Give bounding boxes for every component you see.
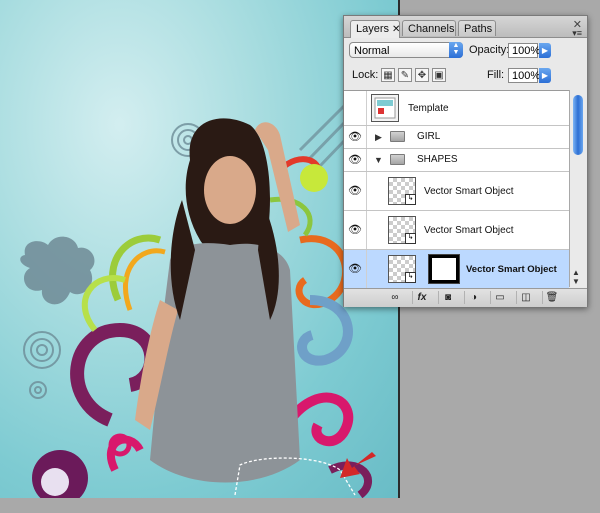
document-canvas[interactable] [0, 0, 398, 498]
lock-all-icon[interactable]: ▣ [432, 68, 446, 82]
folder-icon [390, 154, 405, 165]
tab-paths-label: Paths [464, 23, 493, 35]
model-figure [135, 118, 300, 483]
lock-position-icon[interactable]: ✥ [415, 68, 429, 82]
layer-row-girl-group[interactable]: 👁 ▶ GIRL [344, 126, 569, 149]
eye-icon[interactable]: 👁 [344, 172, 367, 210]
add-mask-icon[interactable]: ◙ [438, 291, 457, 304]
lock-image-icon[interactable]: ✎ [398, 68, 412, 82]
scroll-thumb[interactable] [573, 95, 583, 155]
grey-splat-shape [20, 236, 95, 305]
eye-icon[interactable]: 👁 [344, 211, 367, 249]
tab-channels-label: Channels [408, 23, 455, 35]
layer-mask-thumbnail[interactable] [428, 254, 460, 284]
opacity-slider-arrow-icon[interactable]: ▶ [539, 43, 551, 58]
opacity-label: Opacity: [469, 44, 510, 56]
layer-row-shapes-group[interactable]: 👁 ▼ SHAPES [344, 149, 569, 172]
tab-channels[interactable]: Channels [402, 20, 456, 36]
layer-name: Vector Smart Object [466, 264, 557, 275]
artwork [20, 103, 376, 498]
new-layer-icon[interactable]: ◫ [516, 291, 535, 304]
layer-row-vector-smart-object-3-selected[interactable]: 👁 ↳ Vector Smart Object [344, 250, 569, 288]
layer-name: GIRL [417, 131, 441, 142]
scroll-down-icon[interactable]: ▼ [572, 277, 580, 286]
eye-icon[interactable]: 👁 [344, 149, 367, 171]
layer-name: Vector Smart Object [424, 225, 514, 236]
layer-row-vector-smart-object-1[interactable]: 👁 ↳ Vector Smart Object [344, 172, 569, 211]
tab-paths[interactable]: Paths [458, 20, 496, 36]
layer-thumbnail: ↳ [388, 177, 416, 205]
layer-name: Vector Smart Object [424, 186, 514, 197]
eye-icon[interactable]: 👁 [344, 250, 367, 288]
eye-icon[interactable]: 👁 [344, 126, 367, 148]
blend-mode-stepper-icon[interactable]: ▲ ▼ [449, 42, 463, 58]
layer-name: Template [408, 103, 449, 114]
visibility-toggle-empty[interactable] [344, 91, 367, 125]
tab-layers-label: Layers [356, 23, 390, 35]
fill-slider-arrow-icon[interactable]: ▶ [539, 68, 551, 83]
layer-row-template[interactable]: Template [344, 91, 569, 126]
layer-name: SHAPES [417, 154, 458, 165]
panel-menu-icon[interactable]: ▾≡ [572, 28, 582, 39]
expand-triangle-icon[interactable]: ▶ [375, 132, 382, 143]
smart-object-badge-icon: ↳ [405, 272, 416, 283]
template-thumbnail-art [374, 97, 396, 119]
layers-bottom-toolbar: ∞ fx ◙ ◑ ▭ ◫ 🗑 [344, 288, 587, 307]
layer-thumbnail [371, 94, 399, 122]
lock-label: Lock: [352, 69, 379, 81]
link-layers-icon[interactable]: ∞ [386, 291, 404, 304]
layers-panel: Layers ✕ Channels Paths ✕ ▾≡ Normal ▲ ▼ Op… [343, 15, 588, 307]
scroll-up-icon[interactable]: ▲ [572, 268, 580, 277]
opacity-input[interactable]: 100% [508, 43, 540, 58]
fill-label: Fill: [487, 69, 505, 81]
adjustment-layer-icon[interactable]: ◑ [464, 291, 483, 304]
smart-object-badge-icon: ↳ [405, 194, 416, 205]
layer-thumbnail: ↳ [388, 255, 416, 283]
blend-mode-select[interactable]: Normal ▲ ▼ [349, 42, 463, 58]
layer-list-scrollbar[interactable]: ▲ ▼ [569, 90, 586, 287]
fill-input[interactable]: 100% [508, 68, 540, 83]
layer-list: Template 👁 ▶ GIRL 👁 ▼ SHAPES 👁 ↳ Vector … [344, 90, 569, 288]
fx-icon[interactable]: fx [412, 291, 431, 304]
trash-icon[interactable]: 🗑 [542, 291, 561, 304]
folder-icon [390, 131, 405, 142]
tab-close-icon[interactable]: ✕ [392, 24, 400, 35]
collapse-triangle-icon[interactable]: ▼ [374, 155, 383, 165]
blend-mode-value: Normal [354, 45, 390, 57]
lock-transparency-icon[interactable]: ▦ [381, 68, 395, 82]
new-group-folder-icon[interactable]: ▭ [490, 291, 509, 304]
panel-tab-bar: Layers ✕ Channels Paths ✕ [344, 16, 587, 38]
layer-thumbnail: ↳ [388, 216, 416, 244]
layer-row-vector-smart-object-2[interactable]: 👁 ↳ Vector Smart Object [344, 211, 569, 250]
tab-layers[interactable]: Layers ✕ [350, 20, 400, 38]
smart-object-badge-icon: ↳ [405, 233, 416, 244]
